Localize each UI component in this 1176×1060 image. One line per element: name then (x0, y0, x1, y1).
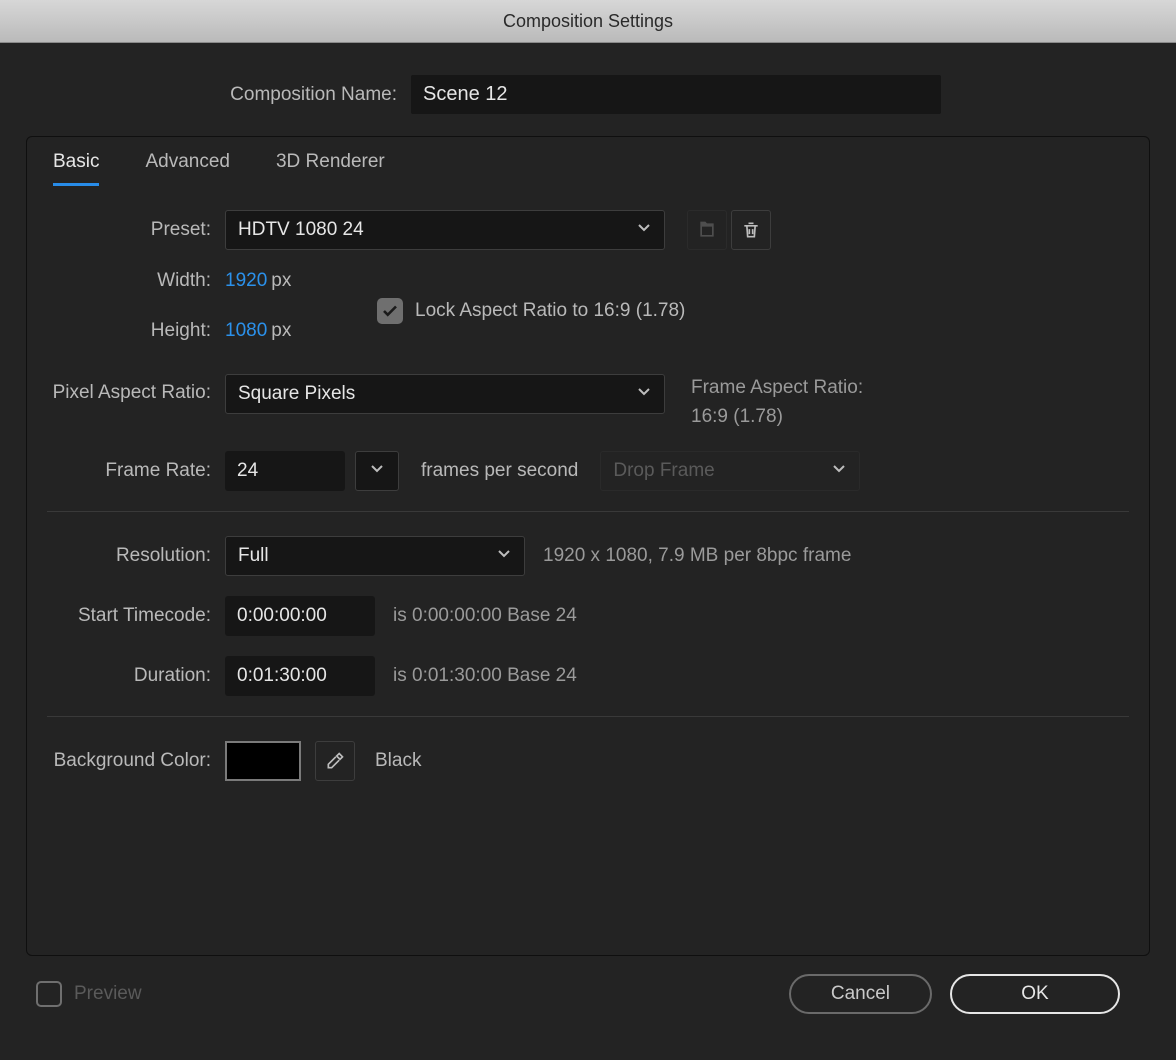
height-label: Height: (47, 320, 225, 342)
duration-input[interactable] (225, 656, 375, 696)
delete-preset-button[interactable] (731, 210, 771, 250)
tab-advanced[interactable]: Advanced (145, 151, 230, 186)
duration-info: is 0:01:30:00 Base 24 (393, 665, 577, 687)
resolution-select[interactable]: Full (225, 536, 525, 576)
framerate-label: Frame Rate: (47, 460, 225, 482)
preview-checkbox[interactable] (36, 981, 62, 1007)
settings-panel: Basic Advanced 3D Renderer Preset: HDTV … (26, 136, 1150, 956)
tab-basic[interactable]: Basic (53, 151, 99, 186)
preset-select[interactable]: HDTV 1080 24 (225, 210, 665, 250)
start-timecode-label: Start Timecode: (47, 605, 225, 627)
framerate-units: frames per second (421, 460, 578, 482)
preview-label: Preview (74, 983, 142, 1005)
duration-label: Duration: (47, 665, 225, 687)
bgcolor-name: Black (375, 750, 421, 772)
save-preset-button (687, 210, 727, 250)
tab-3d-renderer[interactable]: 3D Renderer (276, 151, 385, 186)
start-timecode-info: is 0:00:00:00 Base 24 (393, 605, 577, 627)
preset-label: Preset: (47, 219, 225, 241)
height-unit: px (271, 320, 291, 342)
composition-name-input[interactable] (411, 75, 941, 114)
width-label: Width: (47, 270, 225, 292)
par-label: Pixel Aspect Ratio: (47, 374, 225, 404)
preset-value: HDTV 1080 24 (238, 219, 364, 241)
lock-aspect-label: Lock Aspect Ratio to 16:9 (1.78) (415, 300, 685, 322)
width-unit: px (271, 270, 291, 292)
chevron-down-icon (369, 460, 385, 482)
dropframe-value: Drop Frame (613, 460, 714, 482)
resolution-value: Full (238, 545, 269, 567)
composition-name-label: Composition Name: (26, 84, 411, 106)
bgcolor-label: Background Color: (47, 750, 225, 772)
chevron-down-icon (496, 545, 512, 567)
height-input[interactable]: 1080 (225, 320, 267, 342)
par-value: Square Pixels (238, 383, 355, 405)
chevron-down-icon (831, 460, 847, 482)
bgcolor-swatch[interactable] (225, 741, 301, 781)
resolution-info: 1920 x 1080, 7.9 MB per 8bpc frame (543, 545, 851, 567)
framerate-dropdown[interactable] (355, 451, 399, 491)
framerate-input[interactable] (225, 451, 345, 491)
lock-aspect-checkbox[interactable] (377, 298, 403, 324)
chevron-down-icon (636, 219, 652, 241)
start-timecode-input[interactable] (225, 596, 375, 636)
dropframe-select: Drop Frame (600, 451, 860, 491)
titlebar: Composition Settings (0, 0, 1176, 43)
par-select[interactable]: Square Pixels (225, 374, 665, 414)
chevron-down-icon (636, 383, 652, 405)
resolution-label: Resolution: (47, 545, 225, 567)
frame-aspect-label: Frame Aspect Ratio: (691, 374, 863, 403)
window-title: Composition Settings (503, 11, 673, 32)
frame-aspect-value: 16:9 (1.78) (691, 403, 863, 432)
ok-button[interactable]: OK (950, 974, 1120, 1014)
eyedropper-button[interactable] (315, 741, 355, 781)
width-input[interactable]: 1920 (225, 270, 267, 292)
cancel-button[interactable]: Cancel (789, 974, 932, 1014)
